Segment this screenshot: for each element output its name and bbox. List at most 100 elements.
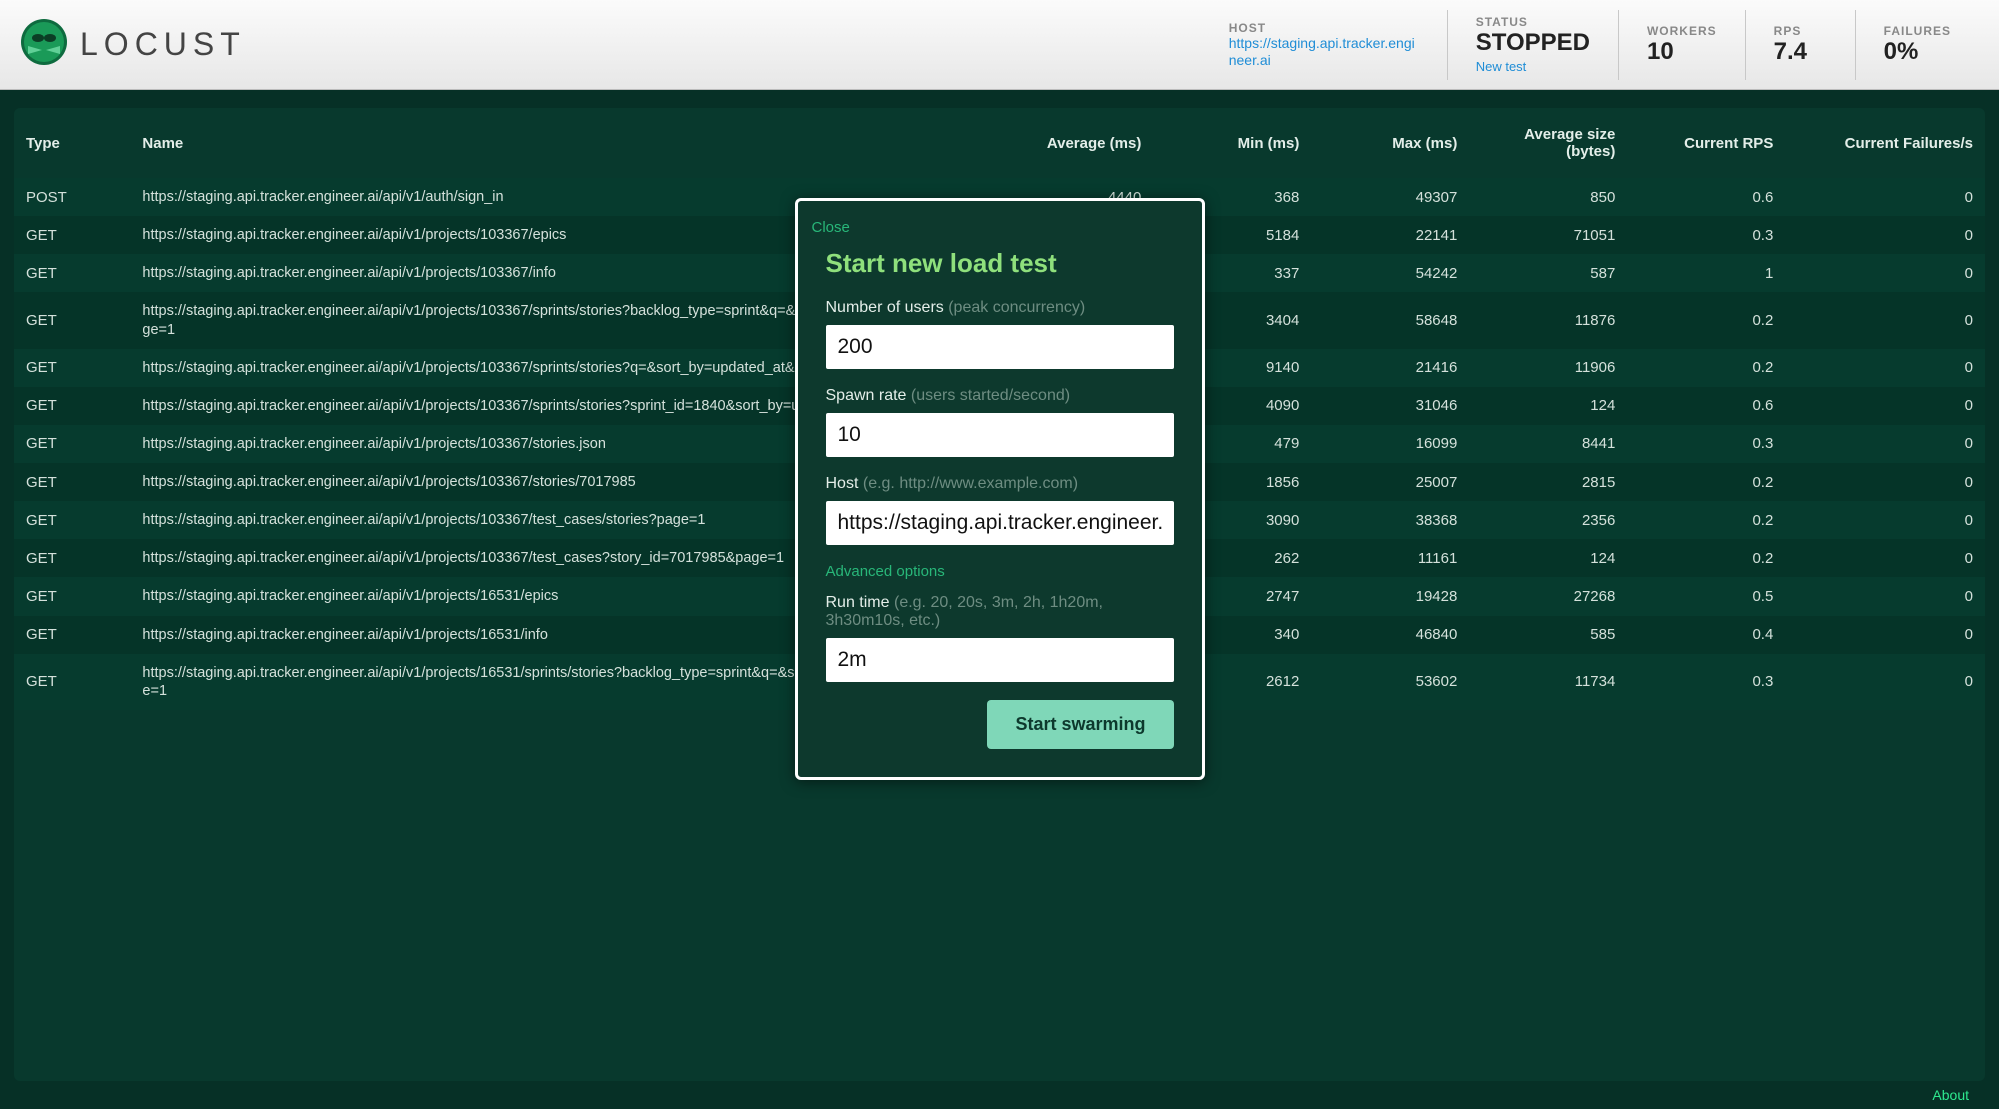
stat-host-label: HOST <box>1229 21 1419 35</box>
cell-rps: 0.2 <box>1627 349 1785 387</box>
table-header-row: Type Name Average (ms) Min (ms) Max (ms)… <box>14 108 1985 178</box>
th-name[interactable]: Name <box>130 108 995 178</box>
locust-icon <box>20 18 68 71</box>
cell-max: 16099 <box>1311 425 1469 463</box>
cell-size: 11734 <box>1469 654 1627 710</box>
th-fail[interactable]: Current Failures/s <box>1785 108 1985 178</box>
about-link[interactable]: About <box>1932 1087 1969 1103</box>
advanced-options-link[interactable]: Advanced options <box>826 563 945 580</box>
field-users: Number of users (peak concurrency) <box>826 299 1174 369</box>
th-avg[interactable]: Average (ms) <box>995 108 1153 178</box>
topbar: LOCUST HOST https://staging.api.tracker.… <box>0 0 1999 90</box>
cell-max: 53602 <box>1311 654 1469 710</box>
cell-size: 8441 <box>1469 425 1627 463</box>
host-label: Host (e.g. http://www.example.com) <box>826 475 1174 493</box>
main-area: Type Name Average (ms) Min (ms) Max (ms)… <box>0 90 1999 1109</box>
cell-max: 49307 <box>1311 178 1469 216</box>
users-input[interactable] <box>826 325 1174 369</box>
stat-workers-value: 10 <box>1647 38 1717 66</box>
cell-type: GET <box>14 425 130 463</box>
cell-fail: 0 <box>1785 349 1985 387</box>
th-max[interactable]: Max (ms) <box>1311 108 1469 178</box>
new-test-link[interactable]: New test <box>1476 59 1590 74</box>
cell-fail: 0 <box>1785 501 1985 539</box>
cell-type: GET <box>14 501 130 539</box>
spawn-input[interactable] <box>826 413 1174 457</box>
host-link[interactable]: https://staging.api.tracker.engineer.ai <box>1229 35 1419 69</box>
cell-fail: 0 <box>1785 463 1985 501</box>
cell-size: 11876 <box>1469 292 1627 348</box>
submit-row: Start swarming <box>826 700 1174 749</box>
cell-fail: 0 <box>1785 254 1985 292</box>
cell-size: 587 <box>1469 254 1627 292</box>
cell-type: GET <box>14 292 130 348</box>
stat-failures: FAILURES 0% <box>1855 10 1979 80</box>
cell-type: GET <box>14 539 130 577</box>
cell-type: GET <box>14 254 130 292</box>
cell-type: GET <box>14 463 130 501</box>
runtime-input[interactable] <box>826 638 1174 682</box>
cell-type: GET <box>14 216 130 254</box>
cell-type: GET <box>14 616 130 654</box>
cell-size: 124 <box>1469 539 1627 577</box>
th-min[interactable]: Min (ms) <box>1153 108 1311 178</box>
cell-type: GET <box>14 577 130 615</box>
stat-workers: WORKERS 10 <box>1618 10 1745 80</box>
cell-max: 22141 <box>1311 216 1469 254</box>
stat-host: HOST https://staging.api.tracker.enginee… <box>1201 10 1447 80</box>
modal-close-link[interactable]: Close <box>812 219 850 236</box>
th-type[interactable]: Type <box>14 108 130 178</box>
brand-logo: LOCUST <box>20 18 246 71</box>
cell-max: 46840 <box>1311 616 1469 654</box>
cell-rps: 0.6 <box>1627 178 1785 216</box>
stat-rps-label: RPS <box>1774 24 1827 38</box>
cell-rps: 0.2 <box>1627 463 1785 501</box>
cell-fail: 0 <box>1785 616 1985 654</box>
cell-size: 11906 <box>1469 349 1627 387</box>
cell-rps: 1 <box>1627 254 1785 292</box>
stat-rps-value: 7.4 <box>1774 38 1827 66</box>
cell-size: 124 <box>1469 387 1627 425</box>
cell-max: 54242 <box>1311 254 1469 292</box>
cell-rps: 0.3 <box>1627 216 1785 254</box>
cell-fail: 0 <box>1785 539 1985 577</box>
brand-name: LOCUST <box>80 26 246 63</box>
stat-status: STATUS STOPPED New test <box>1447 10 1618 80</box>
cell-max: 19428 <box>1311 577 1469 615</box>
cell-type: GET <box>14 349 130 387</box>
cell-type: POST <box>14 178 130 216</box>
new-test-modal: Close Start new load test Number of user… <box>795 198 1205 780</box>
cell-max: 21416 <box>1311 349 1469 387</box>
cell-fail: 0 <box>1785 292 1985 348</box>
stat-rps: RPS 7.4 <box>1745 10 1855 80</box>
cell-rps: 0.3 <box>1627 425 1785 463</box>
host-input[interactable] <box>826 501 1174 545</box>
cell-rps: 0.6 <box>1627 387 1785 425</box>
host-label-text: Host <box>826 475 859 492</box>
field-runtime: Run time (e.g. 20, 20s, 3m, 2h, 1h20m, 3… <box>826 594 1174 682</box>
users-label: Number of users (peak concurrency) <box>826 299 1174 317</box>
cell-type: GET <box>14 387 130 425</box>
stat-status-value: STOPPED <box>1476 29 1590 57</box>
th-rps[interactable]: Current RPS <box>1627 108 1785 178</box>
cell-max: 38368 <box>1311 501 1469 539</box>
users-label-text: Number of users <box>826 299 944 316</box>
top-stats: HOST https://staging.api.tracker.enginee… <box>1201 10 1979 80</box>
cell-rps: 0.3 <box>1627 654 1785 710</box>
cell-fail: 0 <box>1785 216 1985 254</box>
th-size[interactable]: Average size (bytes) <box>1469 108 1627 178</box>
host-hint: (e.g. http://www.example.com) <box>863 475 1078 492</box>
spawn-label: Spawn rate (users started/second) <box>826 387 1174 405</box>
cell-max: 58648 <box>1311 292 1469 348</box>
cell-fail: 0 <box>1785 425 1985 463</box>
start-swarming-button[interactable]: Start swarming <box>987 700 1173 749</box>
stat-failures-label: FAILURES <box>1884 24 1951 38</box>
cell-rps: 0.4 <box>1627 616 1785 654</box>
runtime-label: Run time (e.g. 20, 20s, 3m, 2h, 1h20m, 3… <box>826 594 1174 630</box>
spawn-hint: (users started/second) <box>911 387 1070 404</box>
field-host: Host (e.g. http://www.example.com) <box>826 475 1174 545</box>
cell-size: 27268 <box>1469 577 1627 615</box>
spawn-label-text: Spawn rate <box>826 387 907 404</box>
cell-size: 850 <box>1469 178 1627 216</box>
cell-fail: 0 <box>1785 654 1985 710</box>
